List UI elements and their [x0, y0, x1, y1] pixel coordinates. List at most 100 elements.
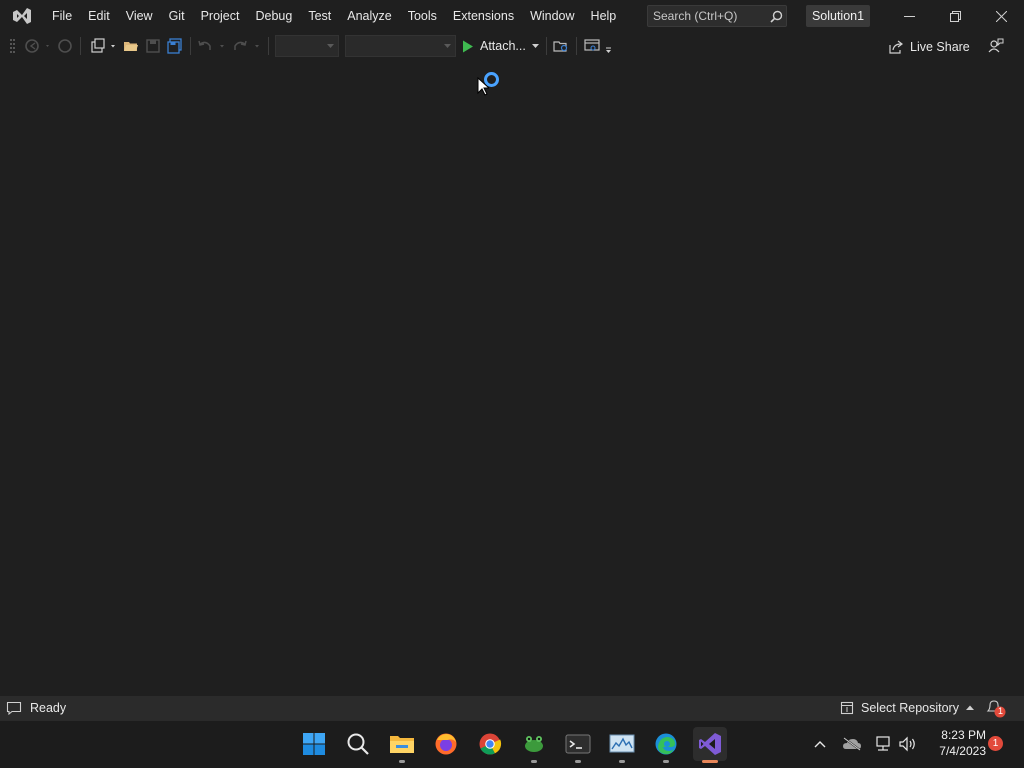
- status-ready-label: Ready: [30, 701, 67, 715]
- toolbar-grip-icon[interactable]: [9, 36, 17, 56]
- edge-button[interactable]: [649, 727, 683, 761]
- visual-studio-icon: [699, 733, 721, 755]
- toolbar-separator: [80, 37, 81, 55]
- back-arrow-icon: [25, 39, 49, 53]
- taskbar-search-button[interactable]: [341, 727, 375, 761]
- chevron-up-icon: [965, 705, 974, 710]
- attach-to-process-button[interactable]: Attach...: [462, 35, 540, 57]
- feedback-button[interactable]: [986, 36, 1006, 56]
- save-button[interactable]: [144, 36, 162, 56]
- feedback-person-icon: [988, 38, 1004, 53]
- search-icon: [347, 733, 369, 755]
- volume-tray-button[interactable]: [897, 730, 919, 758]
- open-file-button[interactable]: [122, 36, 140, 56]
- chrome-icon: [479, 733, 502, 755]
- minimize-icon: [903, 15, 915, 17]
- menu-analyze[interactable]: Analyze: [339, 0, 399, 32]
- menu-bar: File Edit View Git Project Debug Test An…: [44, 0, 624, 32]
- menu-window[interactable]: Window: [522, 0, 582, 32]
- status-ready: Ready: [6, 696, 66, 720]
- search-icon: [766, 10, 786, 23]
- chevron-up-icon: [814, 741, 826, 748]
- menu-test[interactable]: Test: [300, 0, 339, 32]
- taskbar-clock[interactable]: 8:23 PM 7/4/2023: [926, 727, 986, 759]
- menu-debug[interactable]: Debug: [247, 0, 300, 32]
- navigate-backward-button[interactable]: [22, 36, 52, 56]
- open-folder-in-explorer-button[interactable]: [552, 36, 570, 56]
- windows-logo-icon: [303, 733, 325, 755]
- running-indicator: [663, 760, 669, 763]
- save-icon: [146, 39, 160, 53]
- monitor-chart-icon: [609, 734, 635, 753]
- start-button[interactable]: [297, 727, 331, 761]
- menu-project[interactable]: Project: [193, 0, 248, 32]
- solution-platform-dropdown[interactable]: [345, 35, 456, 57]
- toolbar-separator: [268, 37, 269, 55]
- share-icon: [889, 40, 903, 54]
- folder-search-icon: [553, 41, 568, 52]
- onedrive-tray-button[interactable]: [840, 730, 864, 758]
- clock-time: 8:23 PM: [941, 728, 986, 742]
- menu-help[interactable]: Help: [583, 0, 625, 32]
- navigate-forward-button[interactable]: [56, 36, 74, 56]
- undo-icon: [198, 40, 224, 50]
- forward-arrow-icon: [58, 39, 72, 53]
- select-repository-button[interactable]: Select Repository: [840, 696, 975, 720]
- status-notification-count: 1: [997, 706, 1003, 716]
- chrome-button[interactable]: [473, 727, 507, 761]
- menu-file[interactable]: File: [44, 0, 80, 32]
- search-input[interactable]: Search (Ctrl+Q): [647, 5, 787, 27]
- firefox-button[interactable]: [429, 727, 463, 761]
- redo-button[interactable]: [230, 36, 260, 56]
- new-project-icon: [91, 38, 115, 53]
- visual-studio-logo-icon[interactable]: [0, 0, 44, 32]
- title-bar: File Edit View Git Project Debug Test An…: [0, 0, 1024, 32]
- visual-studio-button[interactable]: [693, 727, 727, 761]
- active-window-indicator: [702, 760, 718, 763]
- edge-icon: [655, 733, 677, 755]
- menu-tools[interactable]: Tools: [400, 0, 445, 32]
- network-tray-button[interactable]: [872, 730, 894, 758]
- open-folder-icon: [124, 42, 138, 51]
- chevron-down-icon: [444, 43, 451, 48]
- toolbar-separator: [576, 37, 577, 55]
- new-project-button[interactable]: [88, 36, 118, 56]
- cloud-offline-icon: [843, 737, 861, 751]
- menu-edit[interactable]: Edit: [80, 0, 118, 32]
- notification-center-badge[interactable]: 1: [988, 736, 1003, 751]
- mouse-cursor-icon: [477, 76, 491, 99]
- close-button[interactable]: [978, 0, 1024, 32]
- running-indicator: [575, 760, 581, 763]
- menu-extensions[interactable]: Extensions: [445, 0, 522, 32]
- menu-view[interactable]: View: [118, 0, 161, 32]
- play-icon: [463, 40, 473, 52]
- output-message-icon: [6, 701, 22, 716]
- undo-button[interactable]: [196, 36, 226, 56]
- window-layout-button[interactable]: [582, 36, 614, 56]
- solution-configuration-dropdown[interactable]: [275, 35, 339, 57]
- save-all-button[interactable]: [166, 36, 184, 56]
- resource-monitor-button[interactable]: [605, 727, 639, 761]
- show-hidden-icons-button[interactable]: [810, 730, 830, 758]
- running-indicator: [531, 760, 537, 763]
- window-layout-icon: [584, 39, 611, 53]
- clock-date: 7/4/2023: [939, 744, 986, 758]
- running-indicator: [619, 760, 625, 763]
- toolbar-separator: [190, 37, 191, 55]
- attach-label: Attach...: [480, 39, 526, 53]
- running-indicator: [399, 760, 405, 763]
- minimize-button[interactable]: [886, 0, 932, 32]
- search-placeholder: Search (Ctrl+Q): [653, 9, 738, 23]
- terminal-button[interactable]: [561, 727, 595, 761]
- file-explorer-button[interactable]: [385, 727, 419, 761]
- frog-app-icon: [525, 736, 543, 752]
- solution-name-badge[interactable]: Solution1: [806, 5, 870, 27]
- repository-icon: [840, 701, 854, 715]
- taskbar: [0, 720, 1024, 768]
- firefox-icon: [435, 733, 457, 755]
- live-share-button[interactable]: Live Share: [888, 37, 970, 57]
- git-tool-button[interactable]: [517, 727, 551, 761]
- menu-git[interactable]: Git: [161, 0, 193, 32]
- notifications-button[interactable]: 1: [985, 698, 1007, 718]
- restore-button[interactable]: [932, 0, 978, 32]
